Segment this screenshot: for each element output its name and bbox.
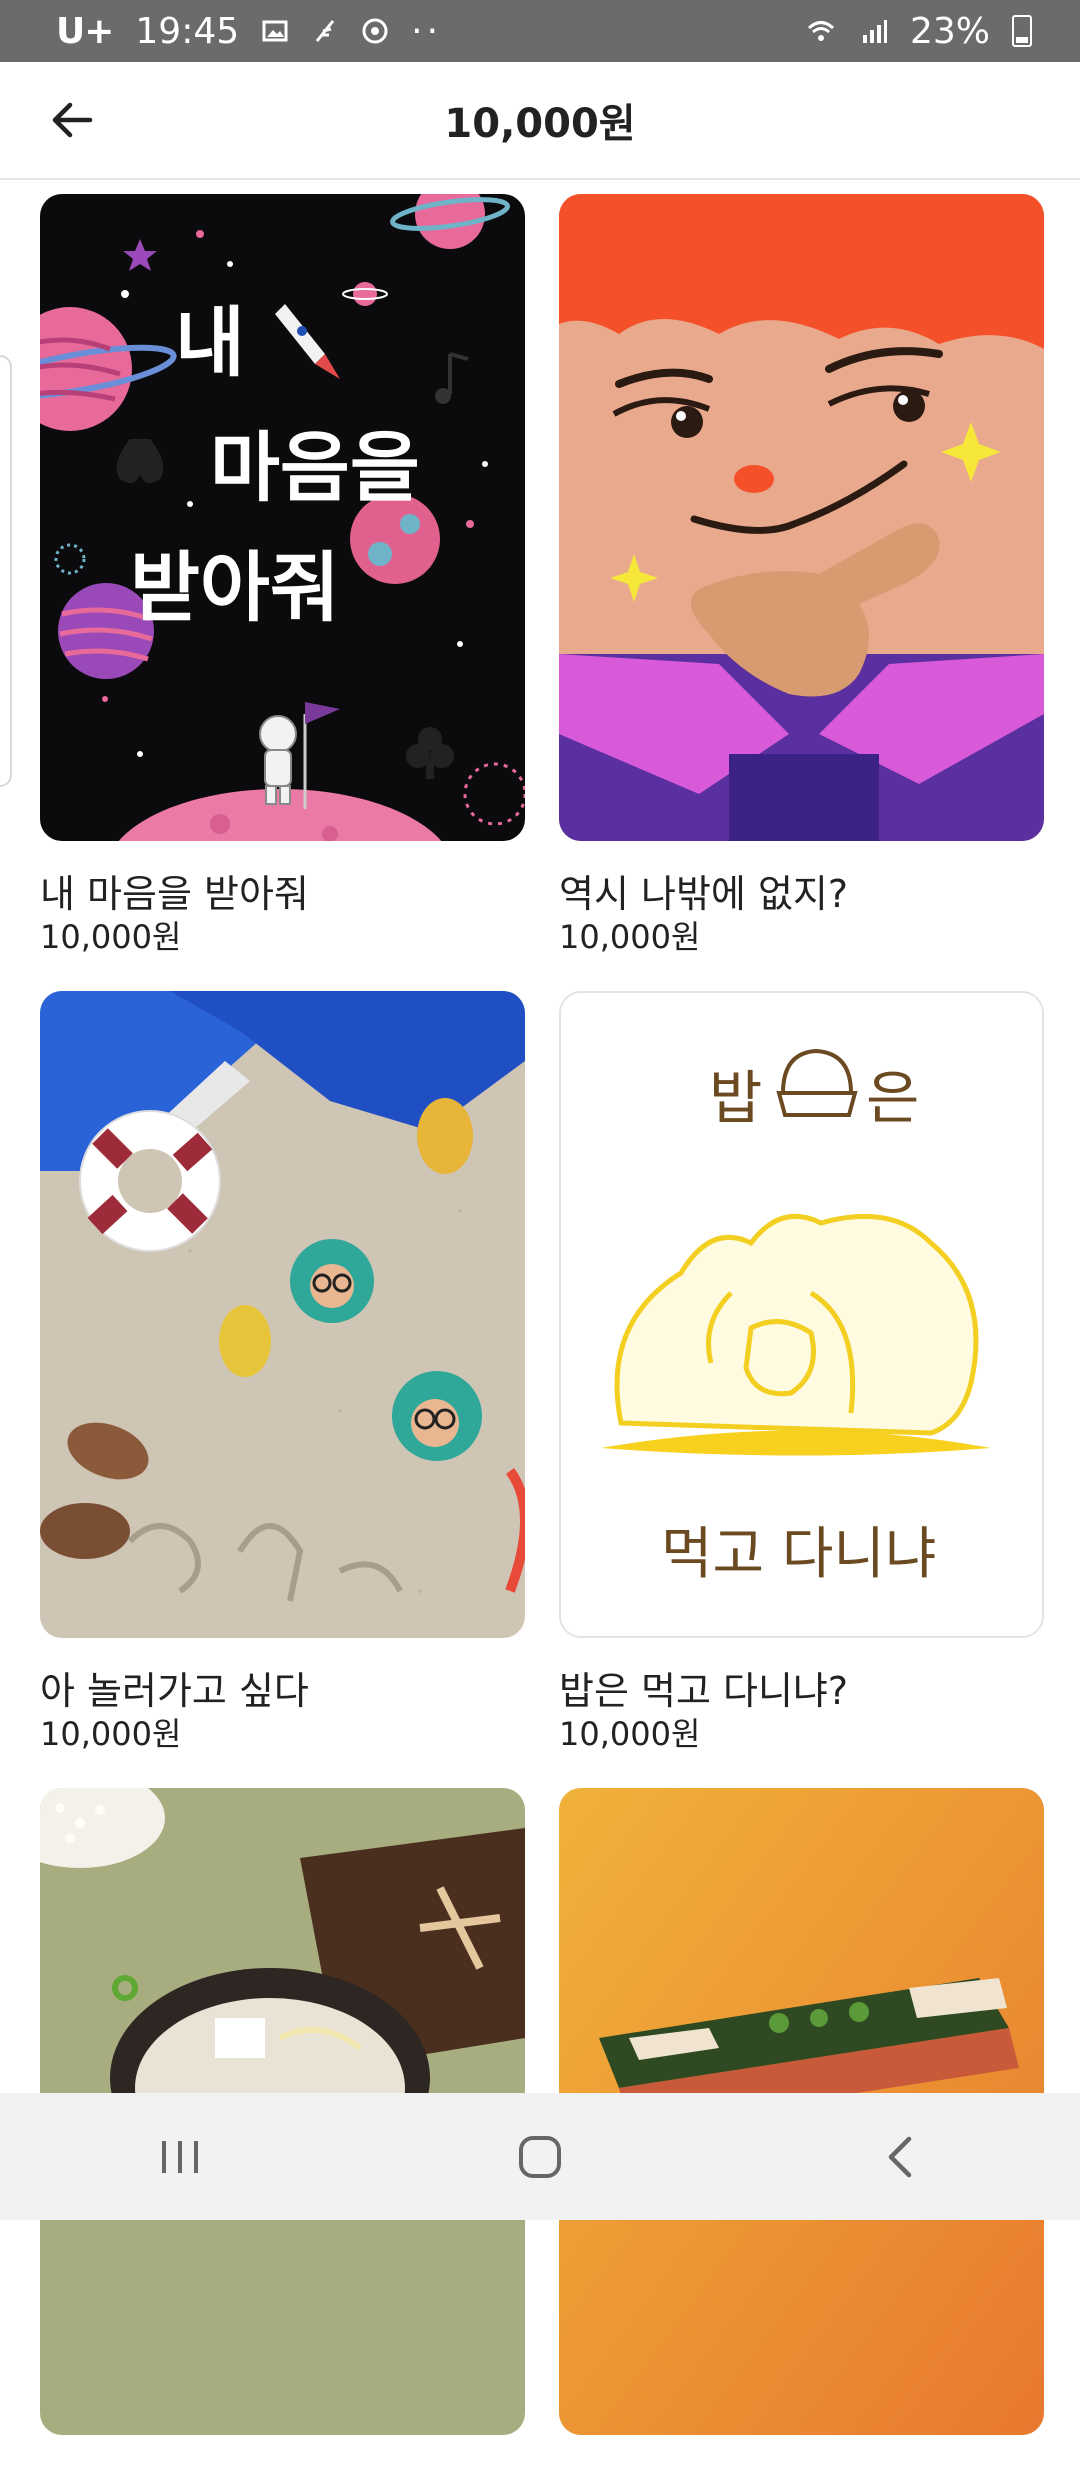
gift-card-item[interactable]: 내 마음을 받아줘 내 마음을 받아줘 10,000원 — [40, 194, 525, 957]
smug-face-illustration — [559, 194, 1044, 841]
card-thumbnail-face — [559, 194, 1044, 841]
art-text-line-2: 마음을 — [210, 423, 420, 512]
recents-icon — [162, 2140, 198, 2173]
art-text-line-3: 받아줘 — [130, 543, 340, 632]
card-price: 10,000원 — [559, 918, 701, 956]
back-button[interactable] — [44, 92, 100, 148]
home-button[interactable] — [480, 2117, 600, 2197]
system-nav-bar — [0, 2093, 1080, 2220]
art-text-eun: 은 — [866, 1064, 919, 1132]
card-thumbnail-space: 내 마음을 받아줘 — [40, 194, 525, 841]
more-notifications-icon: ·· — [411, 10, 443, 52]
card-thumbnail-bunny: 밥 은 먹고 다니냐 — [559, 991, 1044, 1638]
status-bar-left: U+ 19:45 ·· — [56, 11, 442, 52]
battery-percent: 23% — [909, 10, 990, 52]
beach-photo — [40, 991, 525, 1638]
feather-icon — [315, 20, 335, 42]
card-title: 아 놀러가고 싶다 — [40, 1669, 309, 1713]
gift-card-item[interactable]: 밥 은 먹고 다니냐 밥은 먹고 다니냐? 10,000원 — [559, 991, 1044, 1754]
card-price: 10,000원 — [40, 1715, 182, 1753]
card-title: 내 마음을 받아줘 — [40, 872, 309, 916]
art-text-bap: 밥 — [709, 1064, 762, 1132]
card-price: 10,000원 — [40, 918, 182, 956]
wifi-icon — [807, 21, 834, 41]
system-back-button[interactable] — [840, 2117, 960, 2197]
page-title: 10,000원 — [444, 101, 636, 147]
recents-button[interactable] — [120, 2117, 240, 2197]
arrow-left-icon — [52, 102, 93, 138]
carrier-label: U+ — [56, 10, 114, 52]
circle-badge-icon — [362, 18, 388, 44]
art-text-line: 먹고 다니냐 — [661, 1522, 936, 1587]
bunny-illustration: 밥 은 먹고 다니냐 — [561, 993, 1042, 1636]
chevron-left-icon — [888, 2136, 912, 2177]
card-title: 밥은 먹고 다니냐? — [559, 1669, 849, 1713]
signal-icon — [862, 20, 887, 43]
card-price: 10,000원 — [559, 1715, 701, 1753]
home-icon — [519, 2135, 561, 2178]
gift-card-item[interactable]: 역시 나밖에 없지? 10,000원 — [559, 194, 1044, 957]
art-text-line-1: 내 — [175, 298, 245, 387]
status-bar: U+ 19:45 ·· 23% — [0, 0, 1080, 62]
gift-card-item[interactable]: 아 놀러가고 싶다 10,000원 — [40, 991, 525, 1754]
edge-panel-handle[interactable] — [0, 355, 12, 787]
top-app-bar: 10,000원 — [0, 62, 1080, 180]
status-bar-right: 23% — [804, 11, 1032, 52]
clock: 19:45 — [135, 10, 240, 52]
battery-icon — [1012, 15, 1032, 47]
gallery-icon — [262, 20, 288, 42]
card-title: 역시 나밖에 없지? — [559, 872, 849, 916]
card-thumbnail-beach — [40, 991, 525, 1638]
space-illustration: 내 마음을 받아줘 — [40, 194, 525, 841]
